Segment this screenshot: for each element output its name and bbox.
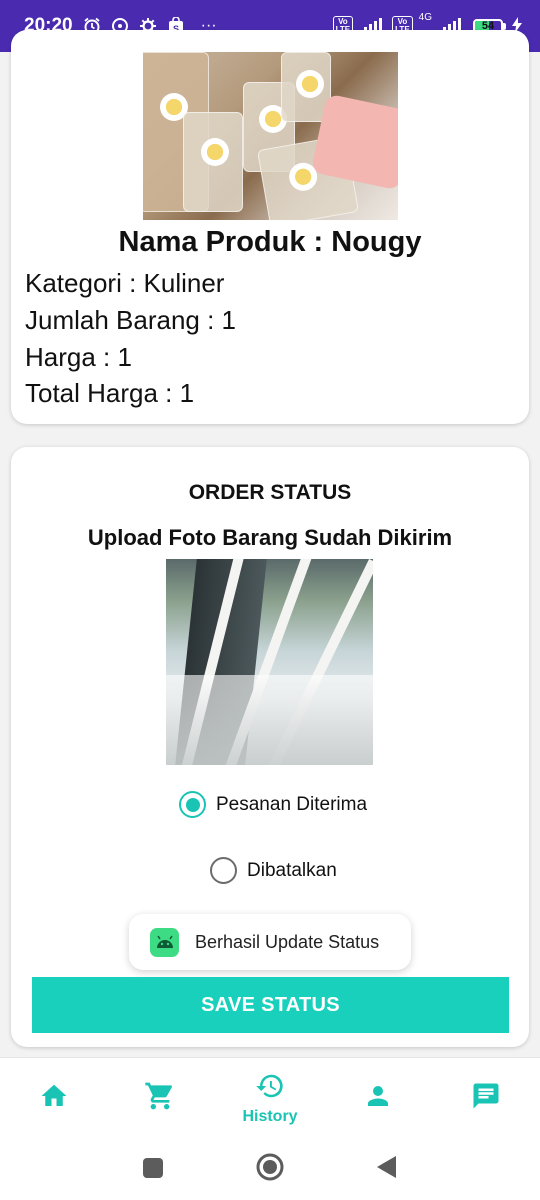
home-icon bbox=[39, 1081, 69, 1116]
product-image bbox=[143, 52, 398, 220]
radio-label-pesanan-diterima: Pesanan Diterima bbox=[216, 793, 368, 815]
system-navigation-bar bbox=[0, 1137, 540, 1200]
radio-button-unchecked[interactable] bbox=[210, 857, 237, 884]
save-status-button[interactable]: SAVE STATUS bbox=[32, 977, 509, 1033]
product-category: Kategori : Kuliner bbox=[25, 268, 225, 298]
person-icon bbox=[363, 1081, 393, 1116]
nav-history-label: History bbox=[242, 1107, 298, 1125]
cart-icon bbox=[144, 1080, 176, 1117]
product-price: Harga : 1 bbox=[25, 342, 132, 372]
product-total: Total Harga : 1 bbox=[25, 378, 195, 408]
upload-photo-label: Upload Foto Barang Sudah Dikirim bbox=[87, 525, 453, 550]
chat-icon bbox=[471, 1081, 501, 1116]
network-type: 4G bbox=[418, 12, 432, 23]
product-quantity: Jumlah Barang : 1 bbox=[25, 305, 237, 335]
shipment-photo[interactable] bbox=[166, 559, 373, 765]
recent-apps-button[interactable] bbox=[142, 1157, 164, 1184]
radio-label-dibatalkan: Dibatalkan bbox=[247, 859, 337, 881]
radio-button-checked[interactable] bbox=[179, 791, 206, 818]
nav-cart[interactable] bbox=[120, 1058, 200, 1138]
product-title: Nama Produk : Nougy bbox=[118, 226, 422, 258]
history-icon bbox=[255, 1071, 285, 1106]
nav-history[interactable]: History bbox=[230, 1058, 310, 1138]
back-button[interactable] bbox=[376, 1155, 398, 1184]
radio-dibatalkan[interactable]: Dibatalkan bbox=[210, 857, 337, 884]
home-button[interactable] bbox=[256, 1153, 284, 1186]
toast-text: Berhasil Update Status bbox=[195, 931, 380, 952]
order-status-card: ORDER STATUS Upload Foto Barang Sudah Di… bbox=[11, 447, 529, 1047]
order-status-title: ORDER STATUS bbox=[188, 481, 352, 504]
toast-message: Berhasil Update Status bbox=[129, 914, 411, 970]
nav-profile[interactable] bbox=[338, 1058, 418, 1138]
android-app-icon bbox=[150, 927, 179, 957]
product-card: Nama Produk : Nougy Kategori : Kuliner J… bbox=[11, 30, 529, 424]
nav-chat[interactable] bbox=[446, 1058, 526, 1138]
radio-pesanan-diterima[interactable]: Pesanan Diterima bbox=[179, 791, 367, 818]
nav-home[interactable] bbox=[14, 1058, 94, 1138]
bottom-navigation: History bbox=[0, 1057, 540, 1137]
